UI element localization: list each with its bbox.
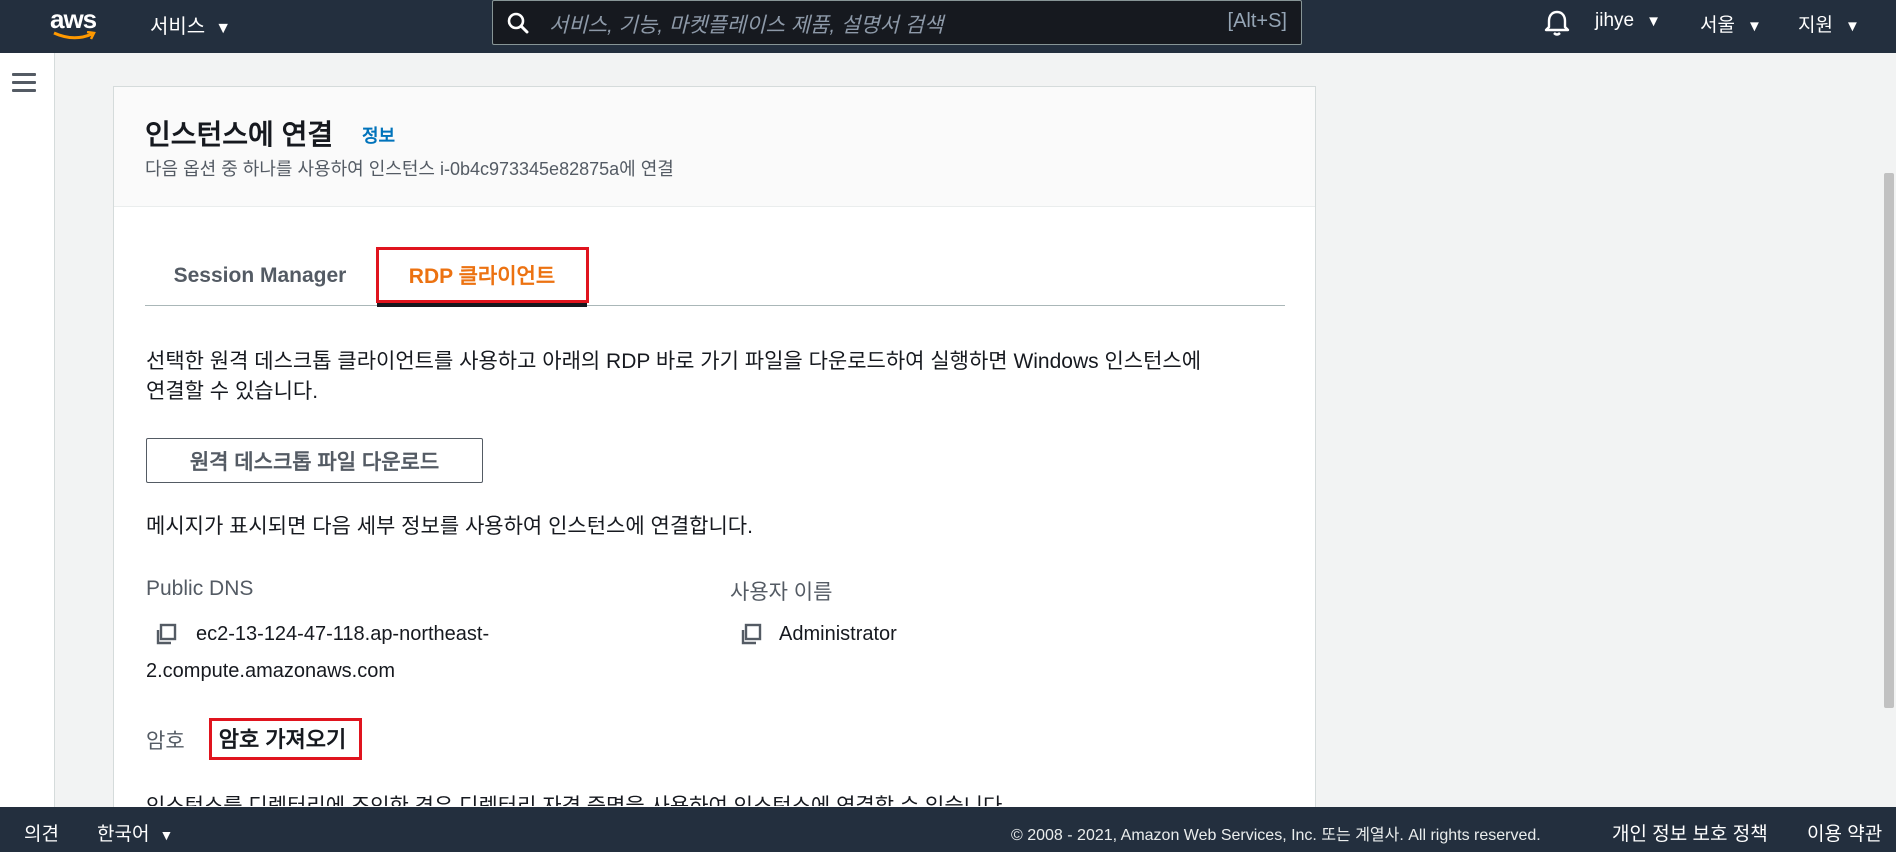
search-shortcut: [Alt+S] xyxy=(1227,10,1287,32)
panel-header: 인스턴스에 연결 정보 다음 옵션 중 하나를 사용하여 인스턴스 i-0b4c… xyxy=(114,87,1315,207)
top-navigation: aws 서비스 ▼ 서비스, 기능, 마켓플레이스 제품, 설명서 검색 [Alt… xyxy=(0,0,1896,53)
public-dns-label: Public DNS xyxy=(146,577,254,600)
caret-down-icon: ▼ xyxy=(1844,18,1860,35)
region-menu[interactable]: 서울 ▼ xyxy=(1700,10,1762,37)
highlight-box-password xyxy=(209,718,362,760)
services-menu[interactable]: 서비스 ▼ xyxy=(150,10,231,39)
info-link[interactable]: 정보 xyxy=(362,122,395,148)
search-input[interactable]: 서비스, 기능, 마켓플레이스 제품, 설명서 검색 [Alt+S] xyxy=(492,0,1302,45)
services-label: 서비스 xyxy=(150,16,206,38)
panel-description: 다음 옵션 중 하나를 사용하여 인스턴스 i-0b4c973345e82875… xyxy=(145,159,674,179)
username-label: 사용자 이름 xyxy=(730,581,833,604)
highlight-box-rdp-tab xyxy=(376,247,589,303)
connection-tabs: Session Manager RDP 클라이언트 xyxy=(145,247,1285,307)
scrollbar[interactable] xyxy=(1882,53,1896,807)
user-menu[interactable]: jihye ▼ xyxy=(1595,10,1661,32)
caret-down-icon: ▼ xyxy=(215,20,232,37)
scrollbar-thumb[interactable] xyxy=(1884,173,1894,708)
terms-link[interactable]: 이용 약관 xyxy=(1807,819,1882,846)
privacy-policy-link[interactable]: 개인 정보 보호 정책 xyxy=(1612,819,1768,846)
caret-down-icon: ▼ xyxy=(1746,18,1762,35)
page-title: 인스턴스에 연결 xyxy=(145,119,334,150)
language-selector[interactable]: 한국어 ▼ xyxy=(97,819,173,846)
tab-session-manager[interactable]: Session Manager xyxy=(145,247,375,305)
rdp-intro-line2: 연결할 수 있습니다. xyxy=(146,380,319,403)
language-label: 한국어 xyxy=(97,824,150,845)
support-menu[interactable]: 지원 ▼ xyxy=(1798,10,1860,37)
directory-note-text: 인스턴스를 디렉터리에 조인한 경우 디렉터리 자격 증명을 사용하여 인스턴스… xyxy=(146,790,1008,806)
copy-icon[interactable] xyxy=(740,623,762,645)
bell-icon[interactable] xyxy=(1544,9,1570,37)
caret-down-icon: ▼ xyxy=(1646,13,1661,30)
support-label: 지원 xyxy=(1798,15,1833,36)
feedback-link[interactable]: 의견 xyxy=(24,819,59,846)
download-rdp-file-button[interactable]: 원격 데스크톱 파일 다운로드 xyxy=(146,438,483,483)
connect-instance-panel: 인스턴스에 연결 정보 다음 옵션 중 하나를 사용하여 인스턴스 i-0b4c… xyxy=(113,86,1316,818)
region-label: 서울 xyxy=(1700,15,1735,36)
public-dns-value-line2: 2.compute.amazonaws.com xyxy=(146,660,396,682)
copy-icon[interactable] xyxy=(155,623,177,645)
public-dns-value-line1: ec2-13-124-47-118.ap-northeast- xyxy=(196,623,490,645)
aws-logo[interactable]: aws xyxy=(48,4,100,44)
left-sidebar xyxy=(0,53,55,807)
username-value: Administrator xyxy=(779,623,897,645)
search-placeholder: 서비스, 기능, 마켓플레이스 제품, 설명서 검색 xyxy=(549,14,944,37)
hamburger-menu-icon[interactable] xyxy=(12,73,36,93)
footer: 의견 한국어 ▼ © 2008 - 2021, Amazon Web Servic… xyxy=(0,807,1896,852)
search-icon xyxy=(507,12,529,34)
smile-arrow-icon xyxy=(53,31,96,40)
copyright-text: © 2008 - 2021, Amazon Web Services, Inc.… xyxy=(1011,827,1541,844)
details-intro: 메시지가 표시되면 다음 세부 정보를 사용하여 인스턴스에 연결합니다. xyxy=(146,515,753,538)
rdp-intro-line1: 선택한 원격 데스크톱 클라이언트를 사용하고 아래의 RDP 바로 가기 파일… xyxy=(146,350,1202,373)
caret-down-icon: ▼ xyxy=(159,827,174,843)
user-label: jihye xyxy=(1595,10,1635,31)
password-label: 암호 xyxy=(146,730,185,753)
